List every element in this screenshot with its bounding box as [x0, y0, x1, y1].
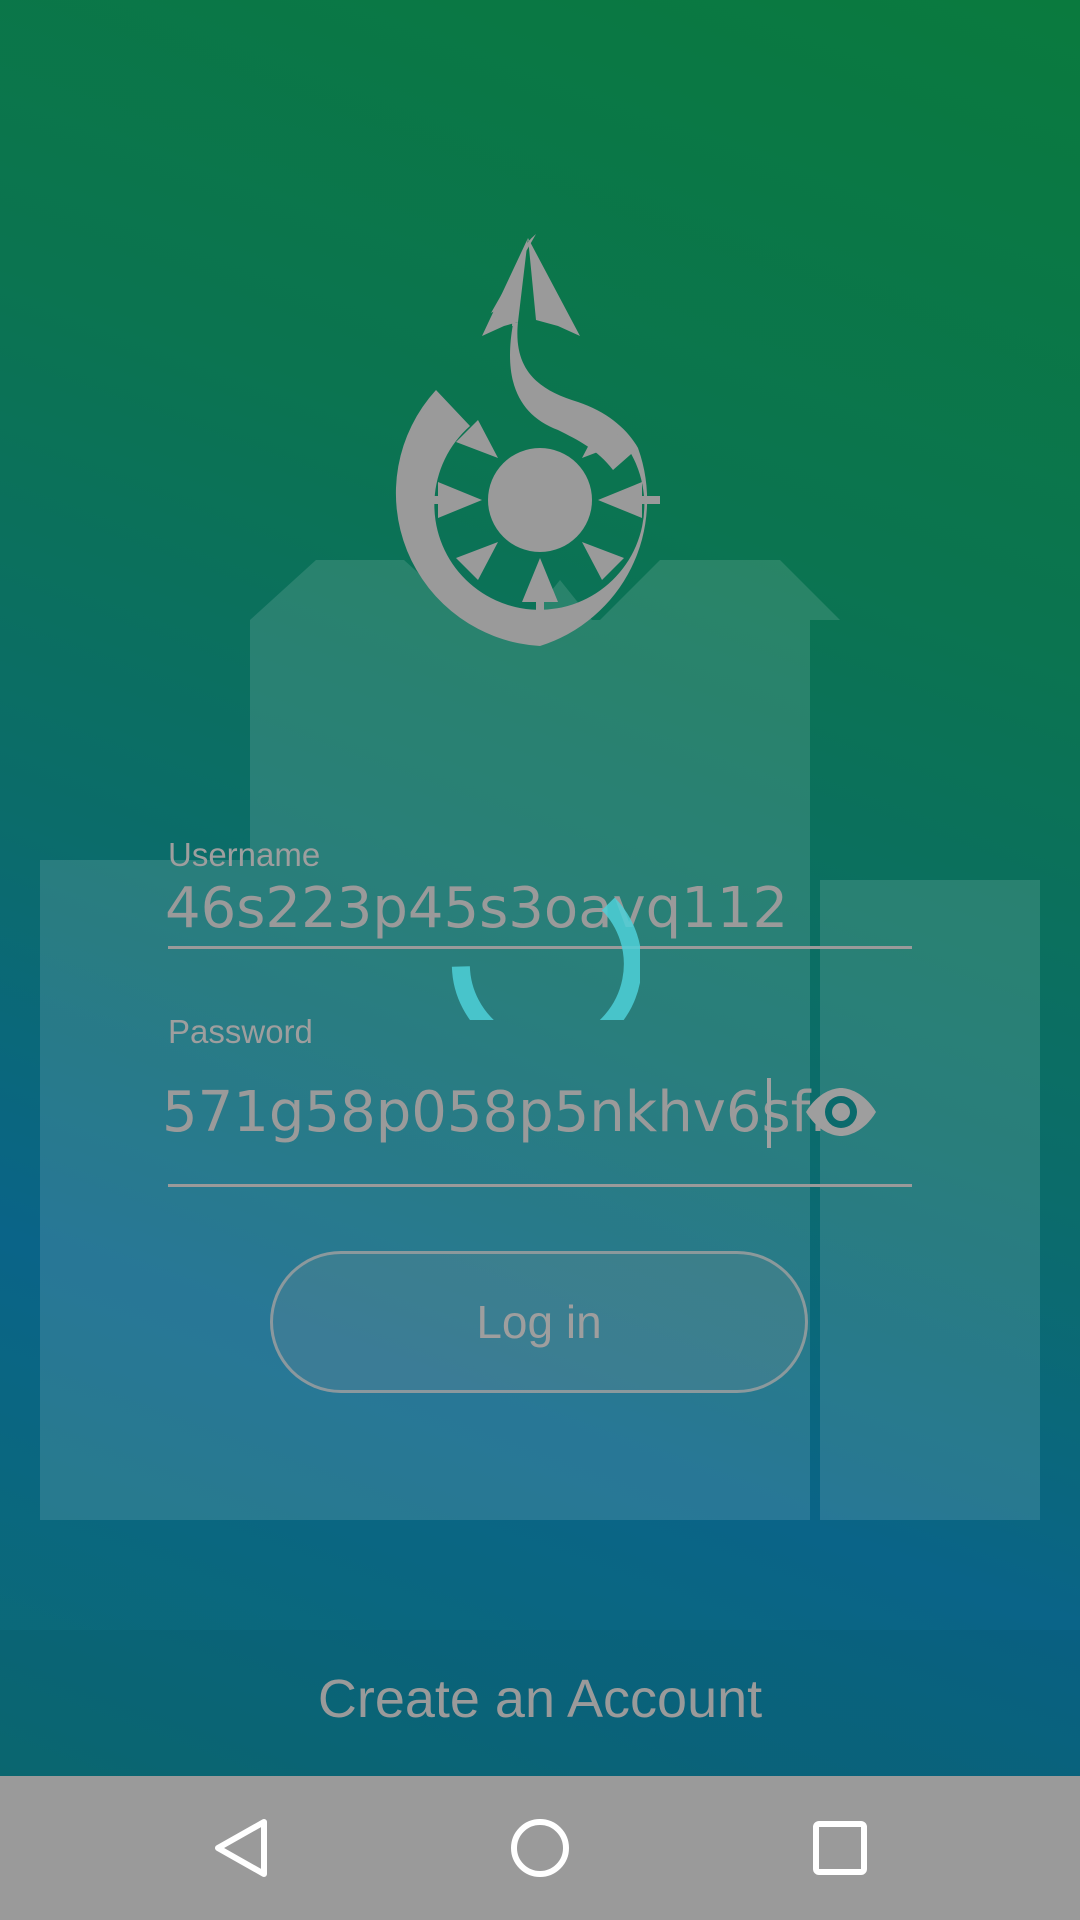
text-cursor [767, 1078, 771, 1148]
home-circle-icon [511, 1819, 569, 1877]
background-building-image [40, 560, 1040, 1520]
back-triangle-icon [215, 1819, 267, 1877]
system-navigation-bar [0, 1776, 1080, 1920]
password-underline [168, 1184, 912, 1187]
eye-icon[interactable] [804, 1086, 878, 1138]
create-account-link[interactable]: Create an Account [0, 1668, 1080, 1730]
login-button[interactable]: Log in [270, 1251, 808, 1393]
username-label: Username [168, 836, 321, 873]
password-input[interactable]: 571g58p058p5nkhv6sfn [162, 1080, 846, 1145]
wikimedia-commons-logo [395, 234, 660, 646]
nav-back-button[interactable] [172, 1776, 312, 1920]
password-label: Password [168, 1013, 313, 1050]
loading-spinner [451, 897, 640, 1020]
nav-home-button[interactable] [470, 1776, 610, 1920]
recents-square-icon [813, 1821, 867, 1875]
nav-recents-button[interactable] [770, 1776, 910, 1920]
